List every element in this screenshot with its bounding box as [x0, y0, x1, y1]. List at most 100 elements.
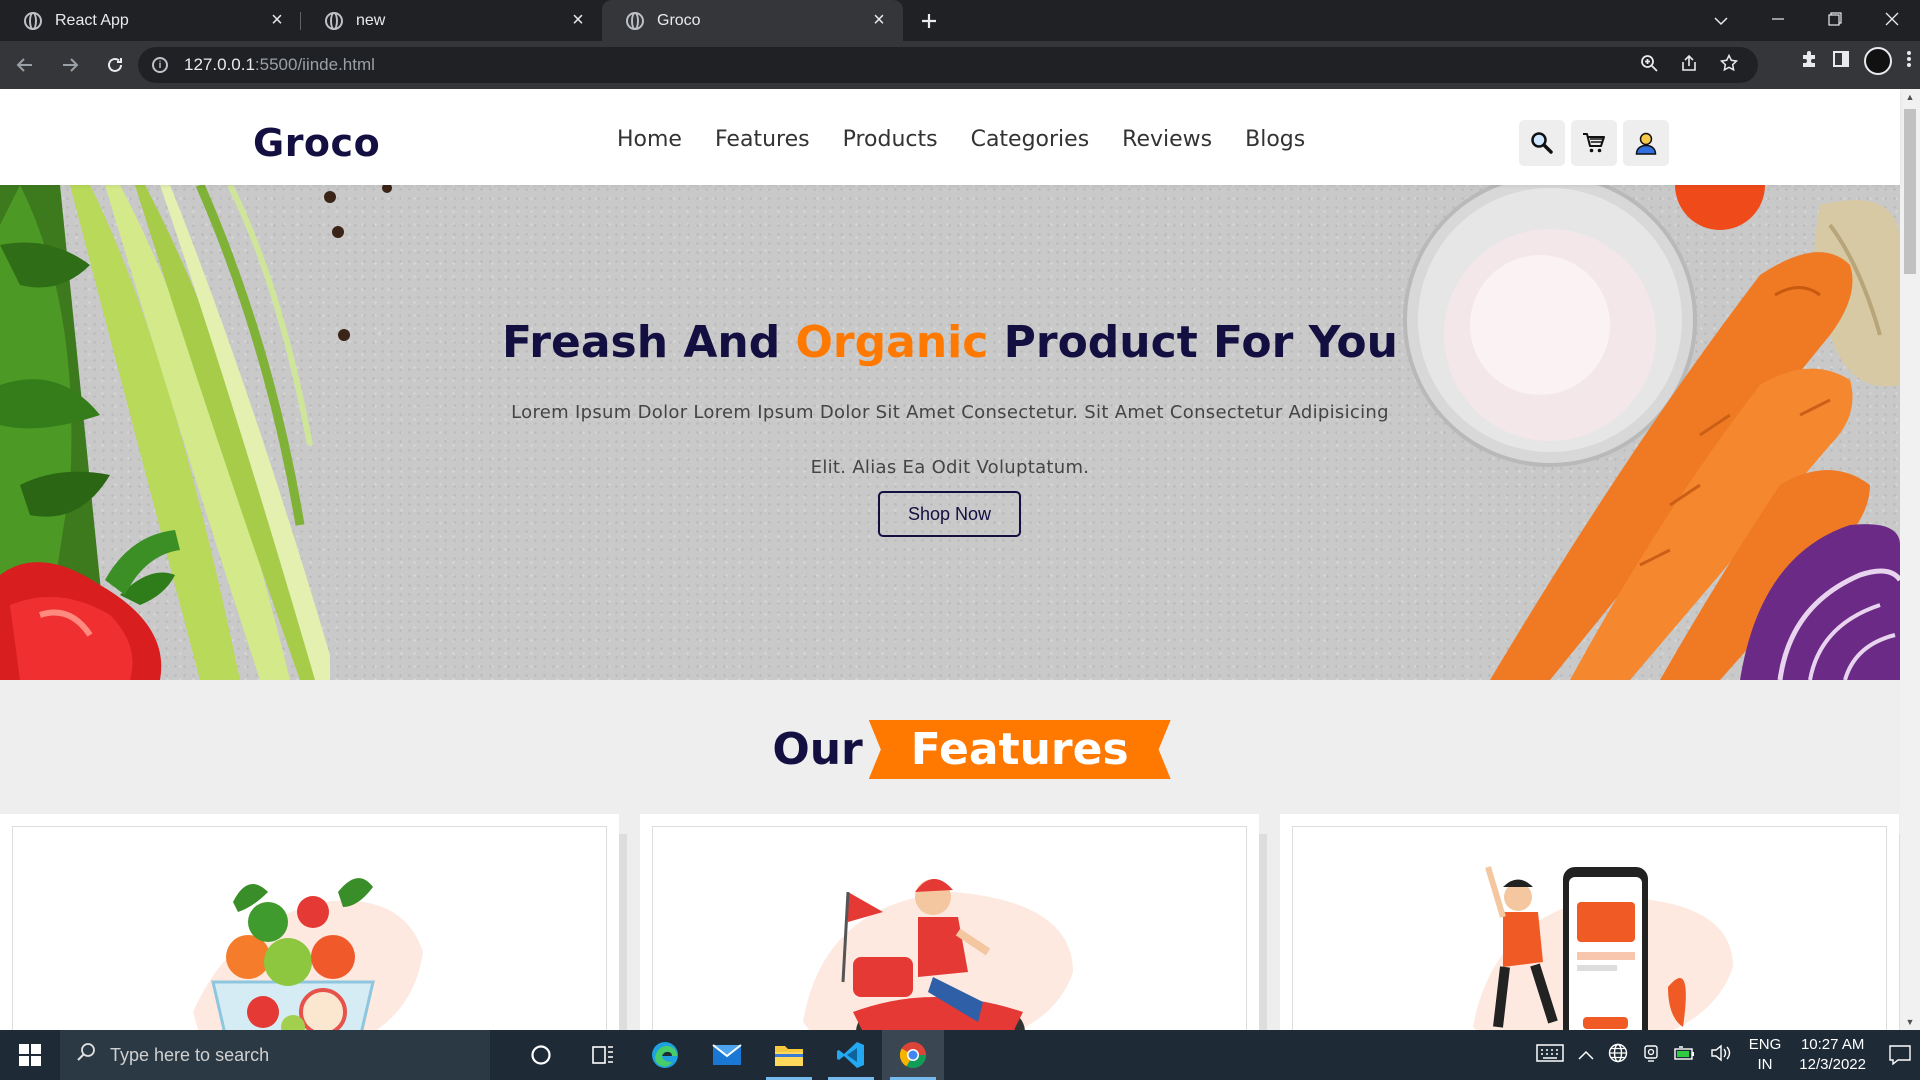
- new-tab-button[interactable]: [909, 0, 949, 41]
- search-icon: [1531, 132, 1553, 154]
- region-code: IN: [1757, 1056, 1773, 1073]
- close-icon[interactable]: ×: [267, 9, 287, 31]
- minimize-button[interactable]: [1749, 10, 1806, 31]
- forward-button[interactable]: [50, 45, 90, 85]
- chrome-menu-icon[interactable]: [1906, 50, 1912, 73]
- back-button[interactable]: [5, 45, 45, 85]
- side-panel-icon[interactable]: [1832, 50, 1850, 73]
- edge-icon: [652, 1042, 678, 1068]
- scroll-up-arrow-icon[interactable]: ▲: [1900, 89, 1920, 105]
- cart-icon: [1583, 133, 1605, 153]
- chrome-icon: [899, 1042, 927, 1069]
- taskbar-search-box[interactable]: Type here to search: [60, 1030, 490, 1080]
- close-icon[interactable]: ×: [869, 9, 889, 31]
- search-button[interactable]: [1519, 120, 1565, 166]
- feature-card: [640, 814, 1267, 1030]
- globe-network-icon[interactable]: [1608, 1043, 1628, 1068]
- system-tray: ENG IN 10:27 AM 12/3/2022: [1529, 1030, 1920, 1080]
- start-button[interactable]: [0, 1030, 60, 1080]
- arrow-left-icon: [16, 58, 32, 72]
- shop-now-button[interactable]: Shop Now: [878, 491, 1021, 537]
- nav-link-features[interactable]: Features: [715, 127, 810, 152]
- chrome-app-button[interactable]: [882, 1030, 944, 1080]
- globe-icon: [24, 11, 42, 30]
- mail-app-button[interactable]: [696, 1030, 758, 1080]
- share-icon[interactable]: [1680, 54, 1698, 77]
- header-icon-group: [1519, 120, 1669, 166]
- site-logo[interactable]: Groco: [253, 121, 380, 165]
- tab-search-icon[interactable]: [1692, 10, 1749, 31]
- nav-link-home[interactable]: Home: [617, 127, 682, 152]
- tab-title: Groco: [657, 11, 701, 29]
- feature-card: [0, 814, 627, 1030]
- windows-taskbar: Type here to search ENG IN 10:27 AM 12/3…: [0, 1030, 1920, 1080]
- site-header: Groco Home Features Products Categories …: [0, 89, 1900, 185]
- vscode-app-button[interactable]: [820, 1030, 882, 1080]
- page-scrollbar[interactable]: ▲ ▼: [1900, 89, 1920, 1030]
- hero-title: Freash And Organic Product For You: [0, 317, 1900, 368]
- info-icon[interactable]: i: [152, 57, 168, 73]
- close-icon[interactable]: ×: [568, 9, 588, 31]
- cart-button[interactable]: [1571, 120, 1617, 166]
- input-language-indicator[interactable]: ENG IN: [1749, 1035, 1782, 1075]
- scrollbar-thumb[interactable]: [1904, 109, 1916, 274]
- battery-icon[interactable]: [1674, 1045, 1696, 1066]
- volume-icon[interactable]: [1710, 1044, 1732, 1067]
- hero-title-part1: Freash And: [502, 317, 796, 368]
- extensions-icon[interactable]: [1800, 50, 1818, 73]
- cortana-button[interactable]: [510, 1030, 572, 1080]
- taskbar-apps: [510, 1030, 944, 1080]
- bookmark-star-icon[interactable]: [1719, 53, 1739, 77]
- nav-link-reviews[interactable]: Reviews: [1122, 127, 1212, 152]
- feature-card: [1280, 814, 1907, 1030]
- hero-description: Lorem Ipsum Dolor Lorem Ipsum Dolor Sit …: [511, 402, 1389, 478]
- tab-title: new: [356, 11, 386, 29]
- browser-toolbar: i 127.0.0.1:5500/iinde.html: [0, 41, 1920, 89]
- nav-link-blogs[interactable]: Blogs: [1245, 127, 1305, 152]
- nav-link-categories[interactable]: Categories: [971, 127, 1090, 152]
- nav-link-products[interactable]: Products: [843, 127, 938, 152]
- browser-tab-react-app[interactable]: React App ×: [0, 0, 301, 41]
- plus-icon: [922, 13, 936, 28]
- tab-title: React App: [55, 11, 129, 29]
- notification-icon: [1889, 1045, 1911, 1065]
- main-nav: Home Features Products Categories Review…: [617, 127, 1305, 152]
- close-window-button[interactable]: [1863, 10, 1920, 31]
- profile-avatar[interactable]: [1864, 47, 1892, 75]
- browser-tab-bar: React App × new × Groco ×: [0, 0, 1920, 41]
- globe-icon: [325, 11, 343, 30]
- browser-tab-groco[interactable]: Groco ×: [602, 0, 903, 41]
- user-button[interactable]: [1623, 120, 1669, 166]
- clock-date: 12/3/2022: [1799, 1056, 1866, 1073]
- keyboard-icon[interactable]: [1536, 1043, 1564, 1067]
- chevron-up-icon[interactable]: [1578, 1045, 1594, 1065]
- scroll-down-arrow-icon[interactable]: ▼: [1900, 1014, 1920, 1030]
- meet-now-icon[interactable]: [1642, 1043, 1660, 1068]
- folder-icon: [775, 1046, 803, 1066]
- hero-banner: Freash And Organic Product For You Lorem…: [0, 185, 1900, 680]
- url-path: :5500/iinde.html: [254, 55, 375, 74]
- file-explorer-button[interactable]: [758, 1030, 820, 1080]
- page-viewport: Groco Home Features Products Categories …: [0, 89, 1920, 1030]
- address-bar[interactable]: i 127.0.0.1:5500/iinde.html: [138, 47, 1758, 83]
- browser-tab-new[interactable]: new ×: [301, 0, 602, 41]
- user-icon: [1635, 132, 1657, 155]
- features-section: Our Features: [0, 680, 1907, 1030]
- clock-time: 10:27 AM: [1800, 1036, 1865, 1053]
- mail-icon: [712, 1044, 742, 1065]
- omnibox-actions: [1640, 53, 1739, 77]
- task-view-button[interactable]: [572, 1030, 634, 1080]
- arrow-right-icon: [63, 58, 79, 72]
- window-controls: [1692, 0, 1920, 41]
- taskbar-clock[interactable]: 10:27 AM 12/3/2022: [1799, 1035, 1866, 1075]
- hero-title-part2: Product For You: [988, 317, 1398, 368]
- zoom-icon[interactable]: [1640, 54, 1658, 77]
- vegetables-left-image: [0, 185, 330, 680]
- fresh-organic-illustration: [193, 878, 423, 1030]
- restore-button[interactable]: [1806, 10, 1863, 31]
- hero-title-accent: Organic: [795, 317, 989, 368]
- reload-button[interactable]: [95, 45, 135, 85]
- edge-app-button[interactable]: [634, 1030, 696, 1080]
- notification-center-button[interactable]: [1880, 1045, 1920, 1065]
- url-host: 127.0.0.1: [184, 55, 255, 74]
